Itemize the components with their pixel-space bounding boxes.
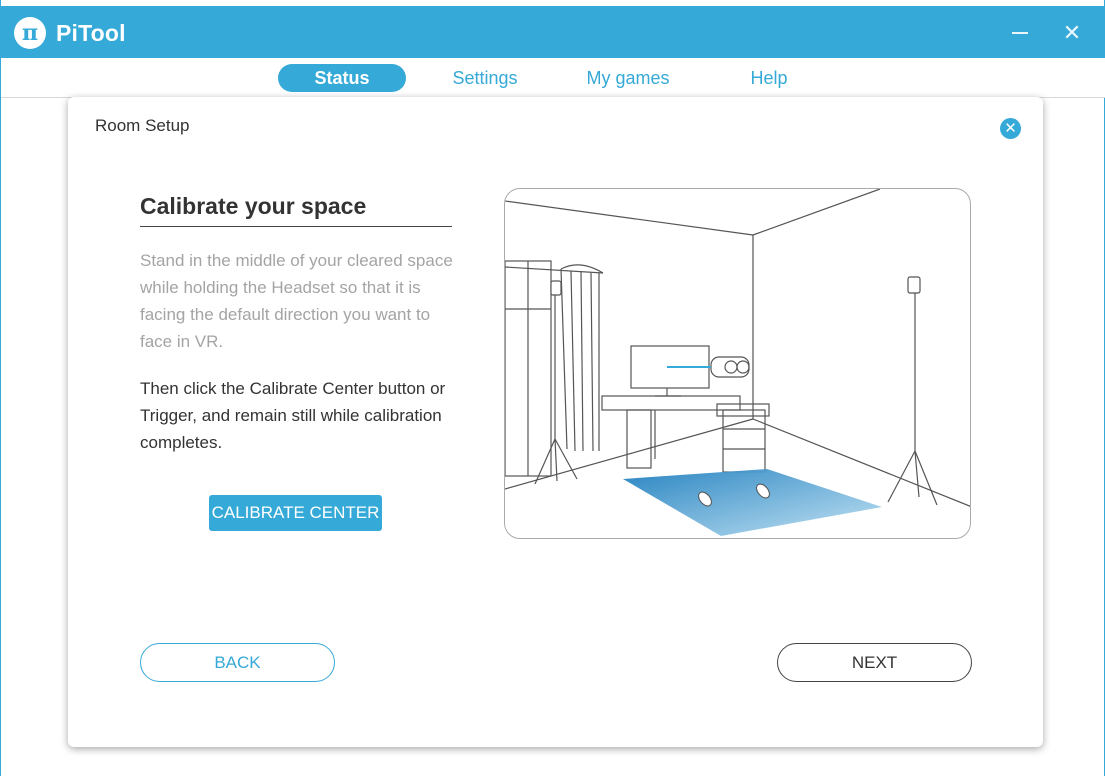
instructions-primary: Then click the Calibrate Center button o… [140,379,446,452]
close-icon: ✕ [1062,20,1082,45]
tab-help[interactable]: Help [734,64,804,92]
room-illustration [504,188,971,539]
app-title: PiTool [56,20,126,46]
section-heading: Calibrate your space [140,193,452,227]
close-window-button[interactable]: ✕ [1055,16,1089,50]
back-button[interactable]: BACK [140,643,335,682]
instructions-secondary: Stand in the middle of your cleared spac… [140,251,453,351]
pi-logo-icon: π [14,17,46,49]
tab-my-games[interactable]: My games [573,64,683,92]
next-button[interactable]: NEXT [777,643,972,682]
room-setup-dialog: Room Setup ✕ Calibrate your space Stand … [68,97,1043,747]
app-window: π PiTool ✕ Status Settings My games Help… [0,0,1105,776]
room-setup-illustration-icon [505,189,970,536]
dialog-title: Room Setup [95,116,190,135]
tab-status[interactable]: Status [278,64,406,92]
minimize-button[interactable] [1003,16,1037,50]
title-bar[interactable]: π PiTool ✕ [1,6,1105,58]
minimize-icon [1012,32,1028,34]
calibrate-center-button[interactable]: CALIBRATE CENTER [209,495,382,531]
dialog-close-button[interactable]: ✕ [1000,118,1021,139]
logo-glyph: π [21,20,39,46]
tab-settings[interactable]: Settings [435,64,535,92]
main-navigation: Status Settings My games Help [1,58,1105,98]
close-circle-icon: ✕ [1004,120,1017,137]
